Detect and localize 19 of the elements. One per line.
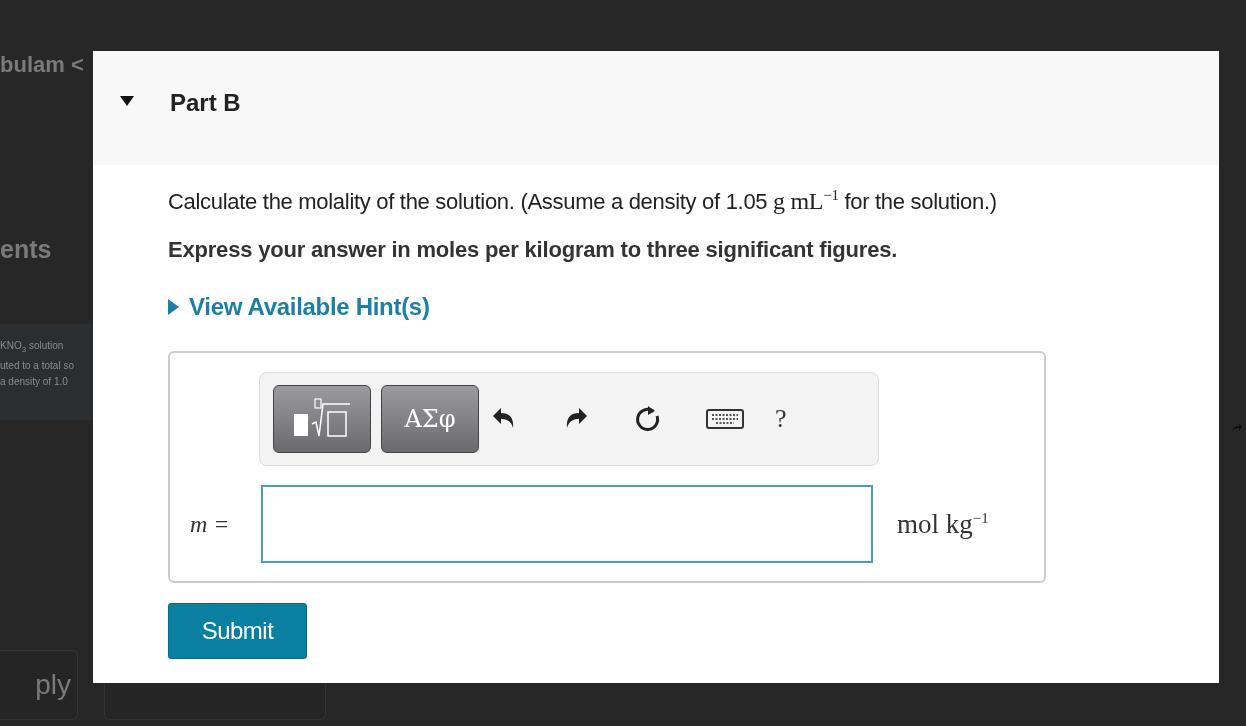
question-text: Calculate the molality of the solution. (Assume a density of 1.05 g mL$^{−1}$ for the solution.) [168, 187, 997, 215]
keyboard-icon[interactable] [705, 407, 745, 431]
variable-label: m = [190, 510, 231, 538]
reply-button[interactable]: ply [0, 650, 78, 720]
part-title: Part B [170, 89, 241, 117]
page-heading: bulam < [0, 52, 84, 79]
unit-label: mol kg$^{−1}$ [897, 508, 989, 540]
answer-field[interactable] [261, 485, 873, 563]
caret-down-icon [120, 96, 134, 106]
instruction-text: Express your answer in moles per kilogram to three significant figures. [168, 237, 898, 263]
problem-text: a density of 1.0 [0, 375, 69, 389]
problem-text: uted to a total so [0, 359, 75, 373]
help-button[interactable]: ? [775, 404, 787, 434]
submit-button[interactable]: Submit [168, 603, 307, 659]
caret-right-icon [168, 299, 179, 315]
symbols-button[interactable]: ΑΣφ [381, 385, 479, 453]
templates-button[interactable] [273, 385, 371, 453]
problem-text: KNO$_{3}$ solution [0, 339, 65, 356]
section-heading: ents [0, 235, 52, 264]
